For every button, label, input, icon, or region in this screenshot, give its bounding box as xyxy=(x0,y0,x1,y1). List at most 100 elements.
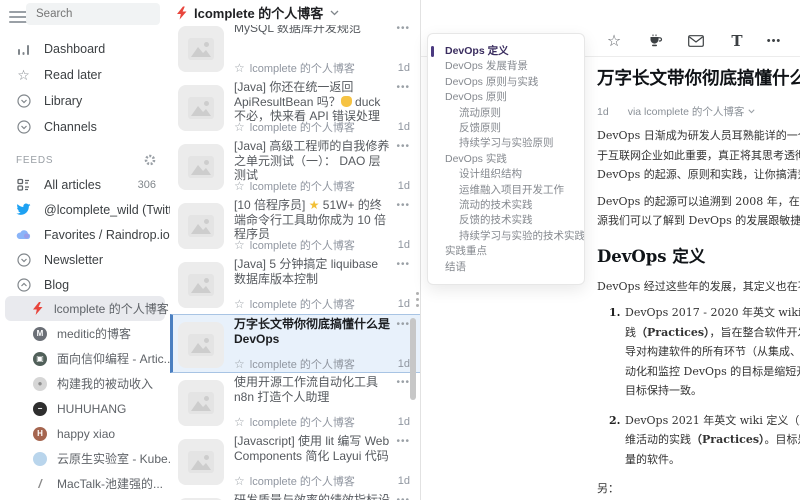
star-icon[interactable]: ☆ xyxy=(234,297,245,311)
star-icon[interactable]: ☆ xyxy=(234,120,245,134)
feed-item-draveness[interactable]: ▣ 面向信仰编程 - Artic... xyxy=(5,346,165,371)
article-title: [Java] 高级工程师的自我修养之单元测试（一）： DAO 层测试 xyxy=(234,139,390,183)
article-source: lcomplete 的个人博客 xyxy=(250,473,355,489)
sidebar-item-dashboard[interactable]: Dashboard xyxy=(0,36,170,62)
star-icon[interactable]: ☆ xyxy=(234,179,245,193)
more-icon[interactable]: ••• xyxy=(765,32,783,50)
toc-item[interactable]: 反馈原则 xyxy=(428,121,584,136)
article-list-item[interactable]: [Java] 高级工程师的自我修养之单元测试（一）： DAO 层测试 ••• ☆… xyxy=(170,137,420,196)
column-resize-grip[interactable] xyxy=(416,292,420,310)
article-age: 1d xyxy=(398,121,410,133)
envelope-icon[interactable] xyxy=(687,32,705,50)
toc-item[interactable]: 运维融入项目开发工作 xyxy=(428,183,584,198)
chevron-circle-icon xyxy=(16,252,31,267)
toc-item[interactable]: DevOps 定义 xyxy=(428,44,584,59)
toc-item[interactable]: 结语 xyxy=(428,260,584,275)
article-title: 万字长文带你彻底搞懂什么是 DevOps xyxy=(234,317,390,346)
feed-label: HUHUHANG xyxy=(57,402,126,416)
more-icon[interactable]: ••• xyxy=(396,259,410,270)
feed-label: Blog xyxy=(44,278,69,292)
star-icon[interactable]: ☆ xyxy=(234,61,245,75)
star-icon: ☆ xyxy=(16,68,31,83)
star-icon[interactable]: ☆ xyxy=(234,474,245,488)
toc-item[interactable]: 反馈的技术实践 xyxy=(428,213,584,228)
search-input[interactable] xyxy=(26,8,160,20)
article-list-item[interactable]: [Javascript] 使用 lit 编写 Web Components 简化… xyxy=(170,432,420,491)
article-meta: ☆ lcomplete 的个人博客 1d xyxy=(234,237,410,253)
toc-item[interactable]: DevOps 原则 xyxy=(428,90,584,105)
article-list-item[interactable]: 万字长文带你彻底搞懂什么是 DevOps ••• ☆ lcomplete 的个人… xyxy=(170,314,420,373)
more-icon[interactable]: ••• xyxy=(396,141,410,152)
sidebar-item-read-later[interactable]: ☆ Read later xyxy=(0,62,170,88)
sidebar-item-label: Channels xyxy=(44,120,97,134)
typography-icon[interactable]: T xyxy=(728,32,746,50)
article-list-item[interactable]: 使用开源工作流自动化工具 n8n 打造个人助理 ••• ☆ lcomplete … xyxy=(170,373,420,432)
sidebar-item-twitter-feed[interactable]: @lcomplete_wild (Twitt... 264 xyxy=(0,197,170,222)
more-icon[interactable]: ••• xyxy=(396,495,410,500)
ordered-list-item: 2. DevOps 2021 年英文 wiki 定义（直译）维活动的实践（Pra… xyxy=(625,411,800,470)
feed-item-lcomplete-blog[interactable]: lcomplete 的个人博客 xyxy=(5,296,165,321)
article-list-item[interactable]: 研发质量与效率的绩效指标设计 ••• ☆ xyxy=(170,491,420,500)
article-source-dropdown[interactable]: via lcomplete 的个人博客 xyxy=(628,104,756,119)
coffee-icon[interactable] xyxy=(646,32,664,50)
sidebar-item-raindrop[interactable]: Favorites / Raindrop.io xyxy=(0,222,170,247)
lightning-icon xyxy=(177,6,187,20)
sidebar-item-newsletter[interactable]: Newsletter xyxy=(0,247,170,272)
feed-label: lcomplete 的个人博客 xyxy=(54,300,169,317)
chevron-circle-icon xyxy=(16,94,31,109)
toc-item[interactable]: 持续学习与实验原则 xyxy=(428,136,584,151)
gear-icon[interactable] xyxy=(144,154,156,166)
feed-item-happy-xiao[interactable]: H happy xiao xyxy=(5,421,165,446)
more-icon[interactable]: ••• xyxy=(396,200,410,211)
feed-item-cloud-native-lab[interactable]: 云原生实验室 - Kube... xyxy=(5,446,165,471)
chevron-down-icon[interactable] xyxy=(330,10,339,16)
toc-item[interactable]: DevOps 原则与实践 xyxy=(428,75,584,90)
star-icon[interactable]: ☆ xyxy=(234,357,245,371)
star-icon[interactable]: ☆ xyxy=(234,415,245,429)
toc-item[interactable]: 流动的技术实践 xyxy=(428,198,584,213)
star-icon[interactable]: ☆ xyxy=(605,32,623,50)
toc-item[interactable]: 实践重点 xyxy=(428,244,584,259)
article-list-item[interactable]: MySQL 数据库开发规范 ••• ☆ lcomplete 的个人博客 1d xyxy=(170,25,420,78)
feed-favicon: − xyxy=(33,402,47,416)
article-source: lcomplete 的个人博客 xyxy=(250,178,355,194)
article-content: 万字长文带你彻底搞懂什么是 DevOps 1d via lcomplete 的个… xyxy=(597,57,800,500)
feed-favicon: / xyxy=(33,477,47,491)
article-meta: ☆ lcomplete 的个人博客 1d xyxy=(234,60,410,76)
toc-item[interactable]: 流动原则 xyxy=(428,106,584,121)
article-list: MySQL 数据库开发规范 ••• ☆ lcomplete 的个人博客 1d [… xyxy=(170,25,420,500)
feed-item-passive-income[interactable]: ● 构建我的被动收入 xyxy=(5,371,165,396)
more-icon[interactable]: ••• xyxy=(396,25,410,34)
article-thumbnail xyxy=(178,144,224,190)
more-icon[interactable]: ••• xyxy=(396,319,410,330)
article-list-item[interactable]: [Java] 5 分钟搞定 liquibase 数据库版本控制 ••• ☆ lc… xyxy=(170,255,420,314)
feed-item-mactalk[interactable]: / MacTalk-池建强的... xyxy=(5,471,165,496)
toc-item[interactable]: 持续学习与实验的技术实践 xyxy=(428,229,584,244)
feed-header-title[interactable]: lcomplete 的个人博客 xyxy=(194,3,323,22)
sidebar-item-library[interactable]: Library xyxy=(0,88,170,114)
article-meta: ☆ lcomplete 的个人博客 1d xyxy=(234,473,410,489)
sidebar-item-all-articles[interactable]: All articles 306 xyxy=(0,172,170,197)
menu-icon[interactable] xyxy=(9,8,27,22)
sidebar-item-blog[interactable]: Blog xyxy=(0,272,170,297)
article-source: lcomplete 的个人博客 xyxy=(250,296,355,312)
feed-label: All articles xyxy=(44,178,101,192)
article-title: [Javascript] 使用 lit 编写 Web Components 简化… xyxy=(234,434,390,463)
article-list-item[interactable]: [10 倍程序员] ★ 51W+ 的终端命令行工具助你成为 10 倍程序员 ••… xyxy=(170,196,420,255)
toc-item[interactable]: DevOps 实践 xyxy=(428,152,584,167)
more-icon[interactable]: ••• xyxy=(396,82,410,93)
toc-item[interactable]: 设计组织结构 xyxy=(428,167,584,182)
feed-item-meditic[interactable]: M meditic的博客 xyxy=(5,321,165,346)
paragraph: DevOps 日渐成为研发人员耳熟能详的一个组于互联网企业如此重要，真正将其思考… xyxy=(597,126,800,185)
more-icon[interactable]: ••• xyxy=(396,377,410,388)
article-meta: ☆ lcomplete 的个人博客 1d xyxy=(234,296,410,312)
article-list-item[interactable]: [Java] 你还在统一返回 ApiResultBean 吗？ duck 不必，… xyxy=(170,78,420,137)
article-age: 1d xyxy=(398,358,410,370)
list-number: 2. xyxy=(609,411,620,431)
feed-item-huhuhang[interactable]: − HUHUHANG xyxy=(5,396,165,421)
star-icon[interactable]: ☆ xyxy=(234,238,245,252)
list-scrollbar-thumb[interactable] xyxy=(410,318,416,400)
more-icon[interactable]: ••• xyxy=(396,436,410,447)
toc-item[interactable]: DevOps 发展背景 xyxy=(428,59,584,74)
sidebar-item-channels[interactable]: Channels xyxy=(0,114,170,140)
